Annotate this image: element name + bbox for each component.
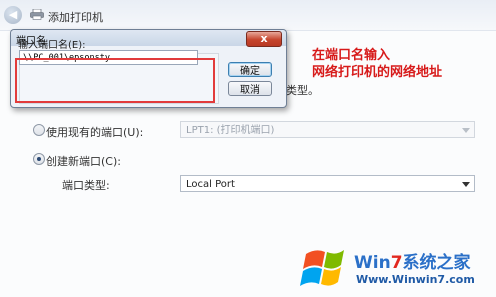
port-type-hint-text: 类型。 <box>286 84 319 97</box>
use-existing-port-radio[interactable] <box>33 124 45 136</box>
logo-brand-prefix: Win <box>354 253 391 273</box>
back-arrow-icon[interactable]: ◀ <box>4 6 22 24</box>
wizard-titlebar: ◀ 添加打印机 <box>0 0 496 31</box>
wizard-title: 添加打印机 <box>48 11 103 24</box>
port-name-input[interactable]: \\PC_001\epsonsty <box>19 50 198 65</box>
chevron-down-icon <box>462 182 470 187</box>
red-annotation: 在端口名输入 网络打印机的网络地址 <box>312 47 442 81</box>
ok-button[interactable]: 确定 <box>228 62 272 77</box>
annotation-line-1: 在端口名输入 <box>312 48 391 63</box>
existing-port-select: LPT1: (打印机端口) <box>180 121 475 138</box>
logo-text: Win7系统之家 <box>354 248 471 273</box>
chevron-down-icon <box>462 128 470 133</box>
create-new-port-radio[interactable] <box>33 153 45 165</box>
existing-port-value: LPT1: (打印机端口) <box>186 125 275 136</box>
port-type-label: 端口类型: <box>62 179 110 192</box>
cancel-button[interactable]: 取消 <box>228 81 272 96</box>
windows-flag-icon <box>300 250 344 286</box>
annotation-line-2: 网络打印机的网络地址 <box>312 65 443 80</box>
use-existing-port-label[interactable]: 使用现有的端口(U): <box>46 124 143 140</box>
win7-logo-watermark: Win7系统之家 Www.Winwin7.com <box>298 240 494 294</box>
close-icon[interactable]: x <box>246 31 282 47</box>
create-new-port-label[interactable]: 创建新端口(C): <box>46 153 121 169</box>
port-type-select[interactable]: Local Port <box>180 175 475 192</box>
logo-brand-suffix: 系统之家 <box>402 253 471 273</box>
port-type-value: Local Port <box>186 179 235 190</box>
logo-url: Www.Winwin7.com <box>356 273 475 286</box>
logo-brand-seven: 7 <box>390 253 403 273</box>
printer-icon <box>30 9 44 20</box>
port-name-label: 输入端口名(E): <box>18 40 86 51</box>
